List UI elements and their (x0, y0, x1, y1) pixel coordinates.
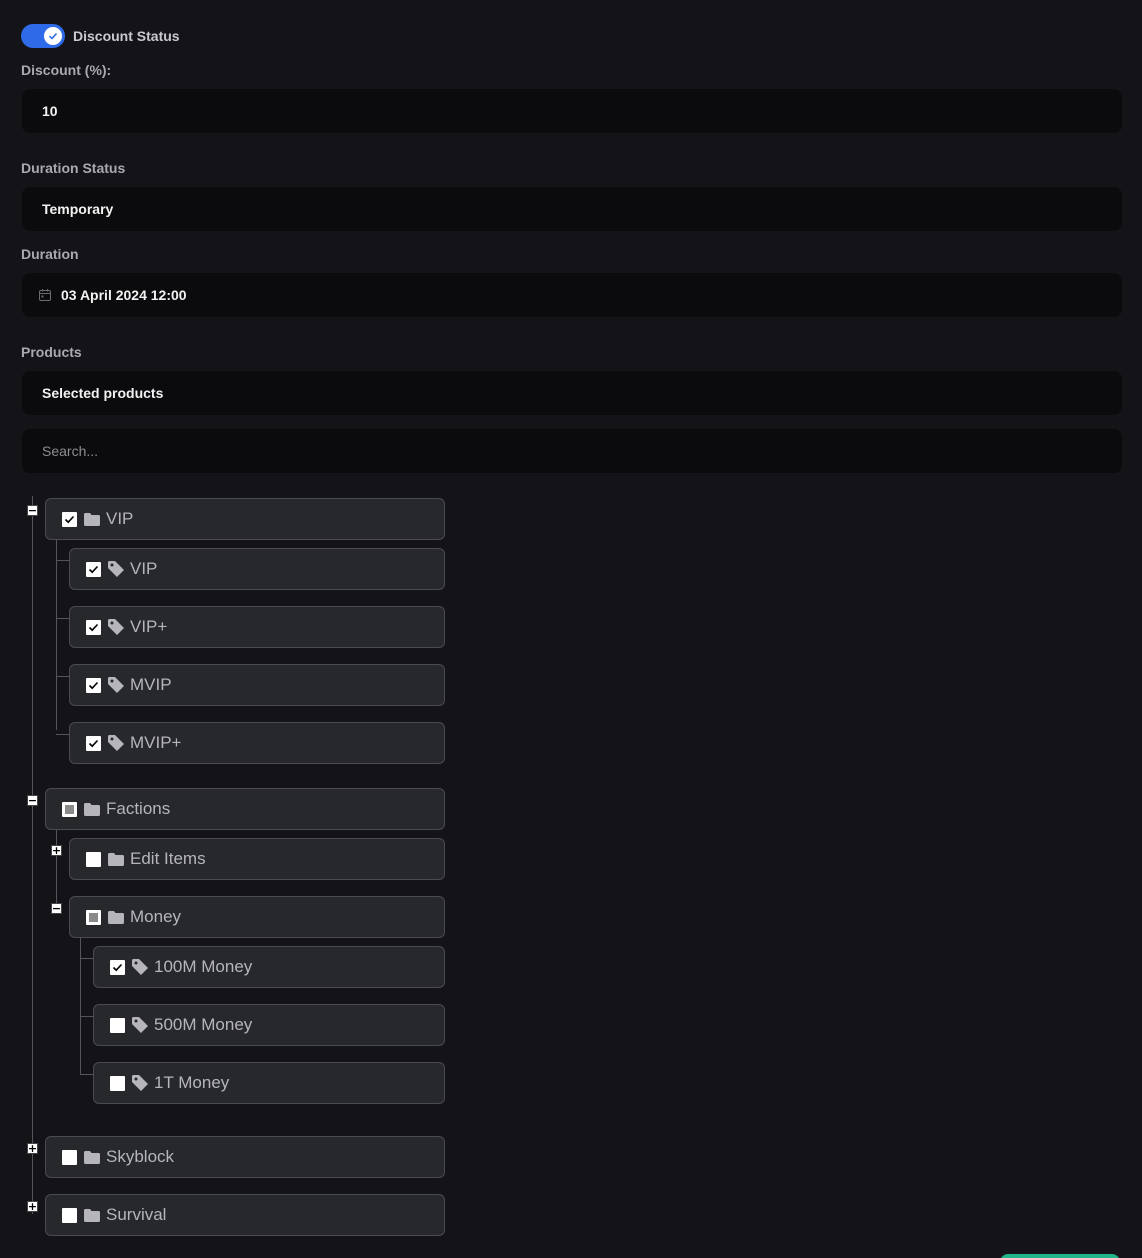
tree-branch (80, 958, 93, 959)
tree-folder-skyblock[interactable]: Skyblock (45, 1136, 445, 1178)
checkbox-unchecked[interactable] (110, 1017, 125, 1033)
collapse-money-button[interactable]: − (51, 903, 62, 914)
tree-item-label: 100M Money (154, 957, 253, 976)
discount-status-toggle[interactable] (21, 24, 65, 48)
products-mode-value: Selected products (42, 385, 164, 401)
tree-product-500m-money[interactable]: 500M Money (93, 1004, 445, 1046)
discount-label: Discount (%): (21, 62, 112, 78)
products-mode-select[interactable]: Selected products (22, 371, 1122, 415)
checkbox-checked[interactable] (110, 959, 125, 975)
tree-item-label: Money (130, 907, 182, 926)
tree-item-label: 1T Money (154, 1073, 230, 1092)
checkbox-unchecked[interactable] (62, 1149, 77, 1165)
discount-status-label: Discount Status (73, 28, 180, 44)
tree-item-label: Survival (106, 1205, 167, 1224)
folder-icon (108, 910, 124, 924)
folder-icon (84, 1208, 100, 1222)
discount-field[interactable] (22, 89, 1122, 133)
calendar-icon (38, 288, 52, 302)
folder-icon (84, 802, 100, 816)
tree-guide-vip (56, 540, 57, 730)
checkbox-checked[interactable] (86, 735, 101, 751)
expand-survival-button[interactable]: + (27, 1201, 38, 1212)
products-search-field[interactable] (22, 429, 1122, 473)
tree-item-label: VIP+ (130, 617, 168, 636)
search-input[interactable] (42, 443, 1122, 459)
checkbox-unchecked[interactable] (62, 1207, 77, 1223)
tree-item-label: VIP (130, 559, 158, 578)
tree-folder-money[interactable]: Money (69, 896, 445, 938)
duration-status-value: Temporary (42, 201, 114, 217)
tree-product-mvip-plus[interactable]: MVIP+ (69, 722, 445, 764)
checkbox-checked[interactable] (86, 561, 101, 577)
checkbox-checked[interactable] (86, 619, 101, 635)
tree-item-label: Skyblock (106, 1147, 175, 1166)
checkbox-checked[interactable] (62, 511, 77, 527)
tree-product-1t-money[interactable]: 1T Money (93, 1062, 445, 1104)
save-button[interactable] (1000, 1254, 1120, 1258)
tree-folder-vip[interactable]: VIP (45, 498, 445, 540)
tree-branch (56, 734, 69, 735)
tree-folder-factions[interactable]: Factions (45, 788, 445, 830)
tree-guide-root (32, 496, 33, 1214)
tag-icon (132, 1075, 148, 1091)
toggle-knob (44, 27, 62, 45)
collapse-vip-button[interactable]: − (27, 505, 38, 516)
folder-icon (84, 512, 100, 526)
tree-product-100m-money[interactable]: 100M Money (93, 946, 445, 988)
tree-branch (56, 560, 69, 561)
duration-status-label: Duration Status (21, 160, 126, 176)
discount-input[interactable] (42, 103, 1122, 119)
tag-icon (108, 677, 124, 693)
collapse-factions-button[interactable]: − (27, 795, 38, 806)
checkbox-partial[interactable] (62, 801, 77, 817)
tag-icon (108, 561, 124, 577)
tree-product-vip[interactable]: VIP (69, 548, 445, 590)
checkbox-unchecked[interactable] (110, 1075, 125, 1091)
tree-branch (56, 676, 69, 677)
tree-product-mvip[interactable]: MVIP (69, 664, 445, 706)
check-icon (48, 32, 58, 40)
duration-datepicker[interactable]: 03 April 2024 12:00 (22, 273, 1122, 317)
checkbox-checked[interactable] (86, 677, 101, 693)
tag-icon (132, 959, 148, 975)
tree-branch (80, 1074, 93, 1075)
tree-folder-survival[interactable]: Survival (45, 1194, 445, 1236)
folder-icon (108, 852, 124, 866)
tree-item-label: VIP (106, 509, 134, 528)
duration-value: 03 April 2024 12:00 (61, 287, 187, 303)
tree-product-vip-plus[interactable]: VIP+ (69, 606, 445, 648)
tree-item-label: 500M Money (154, 1015, 253, 1034)
tag-icon (108, 735, 124, 751)
folder-icon (84, 1150, 100, 1164)
duration-label: Duration (21, 246, 79, 262)
tree-branch (56, 618, 69, 619)
expand-edit-items-button[interactable]: + (51, 845, 62, 856)
checkbox-unchecked[interactable] (86, 851, 101, 867)
tag-icon (108, 619, 124, 635)
tree-item-label: MVIP (130, 675, 172, 694)
tree-folder-edit-items[interactable]: Edit Items (69, 838, 445, 880)
tree-item-label: MVIP+ (130, 733, 182, 752)
tag-icon (132, 1017, 148, 1033)
tree-branch (80, 1016, 93, 1017)
tree-item-label: Edit Items (130, 849, 206, 868)
expand-skyblock-button[interactable]: + (27, 1143, 38, 1154)
tree-item-label: Factions (106, 799, 171, 818)
duration-status-select[interactable]: Temporary (22, 187, 1122, 231)
checkbox-partial[interactable] (86, 909, 101, 925)
products-label: Products (21, 344, 82, 360)
